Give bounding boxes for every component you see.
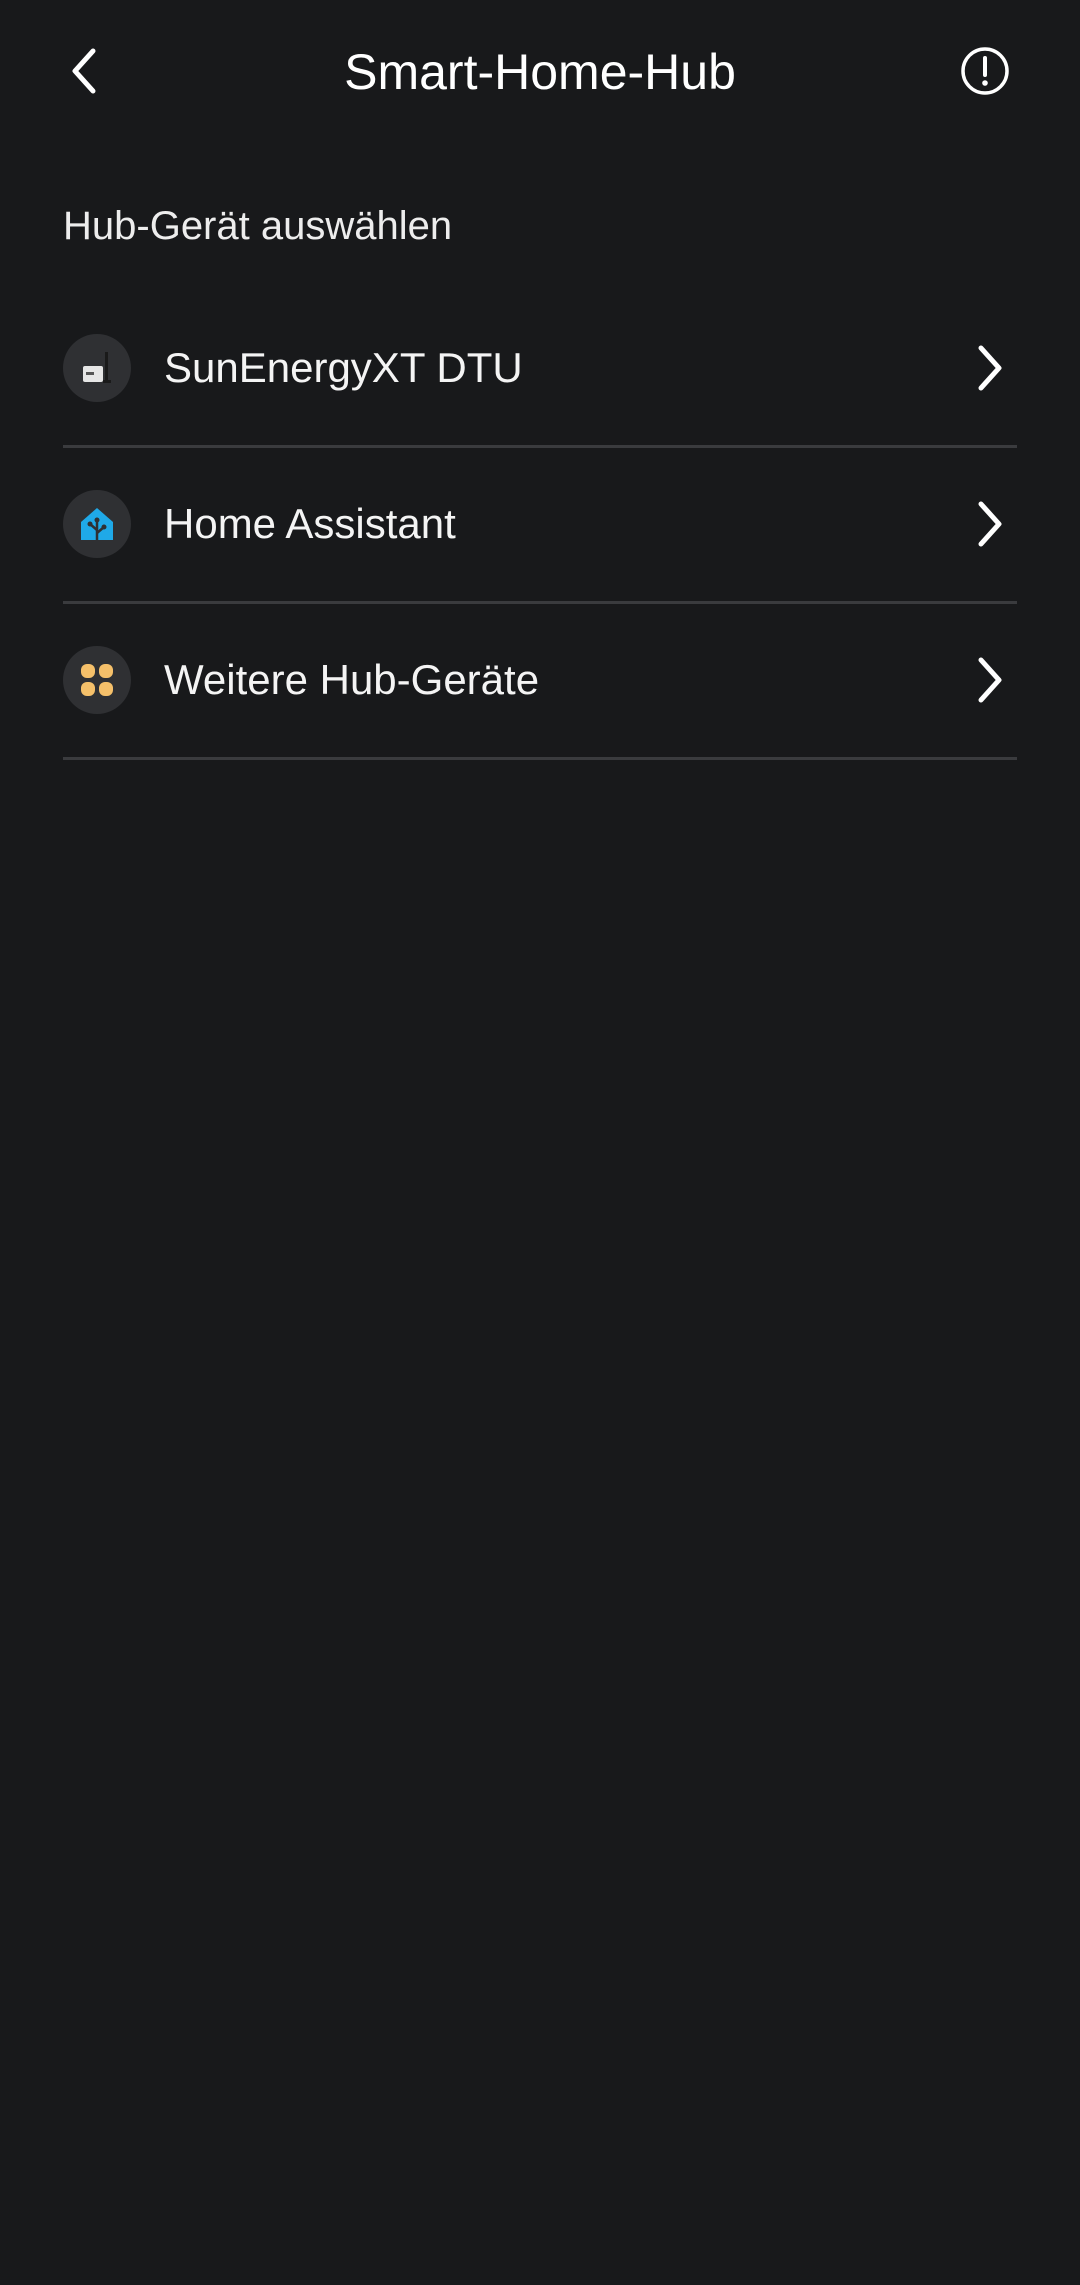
list-item-label: SunEnergyXT DTU [164,344,523,391]
section-title: Hub-Gerät auswählen [63,204,453,248]
info-button[interactable] [950,36,1020,106]
chevron-right-icon [963,336,1017,400]
more-devices-icon [63,646,131,714]
page-title: Smart-Home-Hub [344,44,736,100]
list-item-label: Weitere Hub-Geräte [164,656,540,703]
list-item-weitere-hub-geraete[interactable]: Weitere Hub-Geräte [63,604,1017,760]
home-assistant-icon [63,490,131,558]
chevron-right-icon [963,492,1017,556]
app-header: Smart-Home-Hub [0,0,1080,145]
list-item-sunenergyxt-dtu[interactable]: SunEnergyXT DTU [63,292,1017,448]
info-circle-icon [961,47,1009,95]
hub-device-list: SunEnergyXT DTU Home Assistant Weitere H… [63,292,1017,760]
list-item-label: Home Assistant [164,500,456,547]
chevron-right-icon [963,648,1017,712]
dtu-device-icon [63,334,131,402]
list-item-home-assistant[interactable]: Home Assistant [63,448,1017,604]
